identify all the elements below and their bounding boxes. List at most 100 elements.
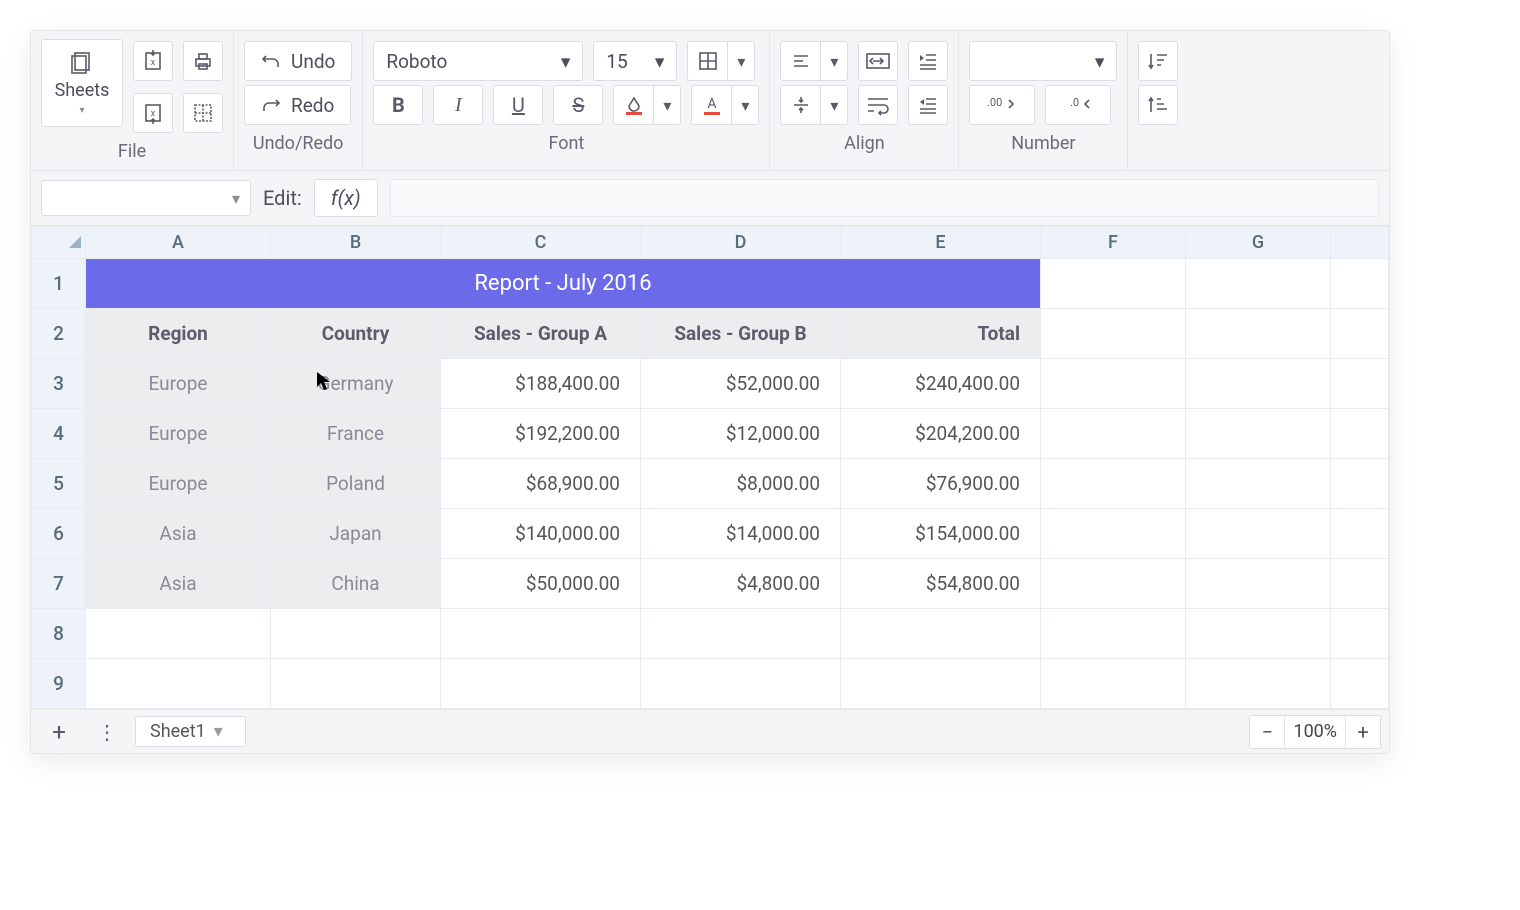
cell[interactable]: Asia [86,559,271,609]
cell[interactable]: $240,400.00 [841,359,1041,409]
cell[interactable]: Region [86,309,271,359]
sheets-menu-button[interactable]: Sheets ▾ [41,39,123,127]
cell[interactable] [1186,559,1331,609]
cell[interactable] [841,659,1041,709]
cell[interactable] [1041,609,1186,659]
borders-button[interactable]: ▾ [687,41,755,81]
cell[interactable] [1186,309,1331,359]
cell[interactable] [1041,359,1186,409]
cell[interactable]: Sales - Group B [641,309,841,359]
cell[interactable] [1041,509,1186,559]
cell[interactable] [1041,409,1186,459]
cell[interactable]: $12,000.00 [641,409,841,459]
cell[interactable] [1186,659,1331,709]
borders-grid-button[interactable] [183,93,223,133]
cell[interactable] [1331,509,1389,559]
row-header[interactable]: 9 [32,659,86,709]
cell[interactable] [641,659,841,709]
cell[interactable]: $76,900.00 [841,459,1041,509]
add-sheet-button[interactable]: + [39,712,79,752]
undo-button[interactable]: Undo [244,41,352,81]
cell[interactable]: Asia [86,509,271,559]
zoom-in-button[interactable]: + [1346,716,1380,748]
zoom-out-button[interactable]: − [1250,716,1284,748]
name-box[interactable]: ▾ [41,180,251,216]
number-format-select[interactable]: ▾ [969,41,1117,81]
chevron-down-icon[interactable]: ▾ [731,85,759,125]
cell[interactable] [271,659,441,709]
indent-increase-button[interactable] [908,41,948,81]
sheet-menu-button[interactable]: ⋮ [87,712,127,752]
increase-decimal-button[interactable]: .00 [969,85,1035,125]
row-header[interactable]: 6 [32,509,86,559]
cell[interactable]: Europe [86,409,271,459]
cell[interactable] [1041,459,1186,509]
cell[interactable] [1186,459,1331,509]
zoom-value[interactable]: 100% [1284,716,1346,748]
chevron-down-icon[interactable]: ▾ [727,41,755,81]
cell[interactable] [1331,559,1389,609]
merge-cells-button[interactable] [858,41,898,81]
cell[interactable] [1186,409,1331,459]
cell[interactable] [1041,559,1186,609]
col-header[interactable]: A [86,227,271,259]
cell[interactable]: France [271,409,441,459]
cell[interactable]: Report - July 2016 [86,259,1041,309]
cell[interactable]: $204,200.00 [841,409,1041,459]
cell[interactable] [1331,359,1389,409]
cell[interactable]: Total [841,309,1041,359]
cell[interactable] [441,659,641,709]
cell[interactable]: Germany [271,359,441,409]
print-button[interactable] [183,41,223,81]
col-header[interactable]: F [1041,227,1186,259]
decrease-decimal-button[interactable]: .0 [1045,85,1111,125]
font-family-select[interactable]: Roboto ▾ [373,41,583,81]
row-header[interactable]: 3 [32,359,86,409]
cell[interactable]: Japan [271,509,441,559]
chevron-down-icon[interactable]: ▾ [653,85,681,125]
cell[interactable] [271,609,441,659]
underline-button[interactable]: U [493,85,543,125]
cell[interactable] [1331,409,1389,459]
cell[interactable]: $4,800.00 [641,559,841,609]
cell[interactable]: $68,900.00 [441,459,641,509]
italic-button[interactable]: I [433,85,483,125]
cell[interactable] [86,659,271,709]
cell[interactable]: Sales - Group A [441,309,641,359]
cell[interactable] [1331,259,1389,309]
col-header[interactable]: D [641,227,841,259]
strikethrough-button[interactable]: S [553,85,603,125]
redo-button[interactable]: Redo [244,85,351,125]
row-header[interactable]: 2 [32,309,86,359]
cell[interactable] [1331,309,1389,359]
row-header[interactable]: 1 [32,259,86,309]
cell[interactable] [1331,659,1389,709]
cell[interactable]: China [271,559,441,609]
col-header[interactable]: G [1186,227,1331,259]
indent-decrease-button[interactable] [908,85,948,125]
export-excel-button[interactable]: x [133,93,173,133]
row-header[interactable]: 7 [32,559,86,609]
cell[interactable]: $14,000.00 [641,509,841,559]
v-align-button[interactable]: ▾ [780,85,848,125]
cell[interactable]: Europe [86,359,271,409]
font-size-select[interactable]: 15 ▾ [593,41,677,81]
cell[interactable] [1331,459,1389,509]
row-header[interactable]: 5 [32,459,86,509]
spreadsheet-grid[interactable]: A B C D E F G 1 Report - July 2016 2 Reg… [31,226,1389,709]
cell[interactable] [1186,609,1331,659]
formula-input[interactable] [390,179,1379,217]
col-header[interactable]: E [841,227,1041,259]
cell[interactable] [1041,309,1186,359]
cell[interactable] [1186,259,1331,309]
cell[interactable] [1041,259,1186,309]
cell[interactable] [1041,659,1186,709]
import-excel-button[interactable]: x [133,41,173,81]
cell[interactable] [841,609,1041,659]
wrap-text-button[interactable] [858,85,898,125]
cell[interactable]: $192,200.00 [441,409,641,459]
cell[interactable]: Poland [271,459,441,509]
row-header[interactable]: 8 [32,609,86,659]
cell[interactable] [641,609,841,659]
sort-asc-button[interactable] [1138,85,1178,125]
